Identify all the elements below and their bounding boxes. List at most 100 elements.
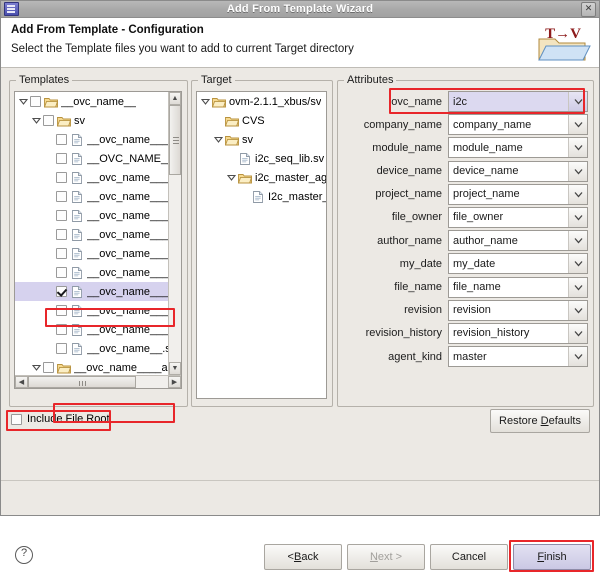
- chevron-down-icon[interactable]: [199, 92, 212, 111]
- cancel-button[interactable]: Cancel: [430, 544, 508, 570]
- attribute-combo[interactable]: file_name: [448, 277, 588, 298]
- attribute-row: my_datemy_date: [344, 253, 588, 274]
- templates-tree-row[interactable]: __ovc_name___inte: [15, 301, 168, 320]
- scroll-up-icon[interactable]: ▲: [169, 92, 181, 105]
- attribute-value: master: [449, 351, 568, 363]
- templates-tree-row[interactable]: __ovc_name___bus_: [15, 206, 168, 225]
- chevron-down-icon[interactable]: [225, 168, 238, 187]
- back-button[interactable]: < Back: [264, 544, 342, 570]
- target-tree-row[interactable]: sv: [197, 130, 326, 149]
- tree-row-label: __ovc_name___inte: [87, 305, 168, 317]
- attribute-combo[interactable]: company_name: [448, 114, 588, 135]
- tree-row-checkbox[interactable]: [56, 229, 67, 240]
- tree-row-label: __ovc_name___inte: [87, 267, 168, 279]
- restore-defaults-button[interactable]: Restore Defaults: [490, 409, 590, 433]
- tree-row-checkbox[interactable]: [56, 191, 67, 202]
- target-tree-row[interactable]: CVS: [197, 111, 326, 130]
- templates-tree-row[interactable]: sv: [15, 111, 168, 130]
- chevron-down-icon[interactable]: [568, 138, 587, 157]
- target-tree[interactable]: ovm-2.1.1_xbus/svCVSsvi2c_seq_lib.svi2c_…: [196, 91, 327, 399]
- templates-tree[interactable]: __ovc_name__sv__ovc_name___bus___OVC_NAM…: [14, 91, 182, 389]
- templates-horizontal-scrollbar[interactable]: ◀ ▶: [15, 375, 181, 388]
- tree-row-checkbox[interactable]: [56, 248, 67, 259]
- tree-row-checkbox[interactable]: [56, 343, 67, 354]
- attribute-combo[interactable]: revision_history: [448, 323, 588, 344]
- tree-row-checkbox[interactable]: [56, 267, 67, 278]
- window-title: Add From Template Wizard: [1, 3, 599, 15]
- attribute-combo[interactable]: project_name: [448, 184, 588, 205]
- file-icon: [70, 209, 84, 223]
- chevron-down-icon[interactable]: [568, 92, 587, 111]
- tree-row-checkbox[interactable]: [56, 286, 67, 297]
- templates-vscroll-thumb[interactable]: [169, 105, 181, 175]
- target-group-label: Target: [198, 74, 235, 86]
- chevron-down-icon[interactable]: [568, 208, 587, 227]
- templates-tree-row[interactable]: __ovc_name___bus_: [15, 130, 168, 149]
- templates-tree-row[interactable]: __ovc_name___inte: [15, 263, 168, 282]
- scroll-right-icon[interactable]: ▶: [168, 376, 181, 388]
- chevron-down-icon[interactable]: [568, 347, 587, 366]
- chevron-down-icon[interactable]: [568, 324, 587, 343]
- chevron-down-icon[interactable]: [212, 130, 225, 149]
- attribute-combo[interactable]: author_name: [448, 230, 588, 251]
- attribute-combo[interactable]: my_date: [448, 253, 588, 274]
- attribute-row: module_namemodule_name: [344, 137, 588, 158]
- scroll-left-icon[interactable]: ◀: [15, 376, 28, 388]
- chevron-down-icon[interactable]: [568, 254, 587, 273]
- file-icon: [238, 152, 252, 166]
- tree-row-checkbox[interactable]: [43, 362, 54, 373]
- include-file-root-checkbox[interactable]: Include File Root: [11, 413, 110, 425]
- templates-tree-row[interactable]: __ovc_name___sequ: [15, 320, 168, 339]
- tree-row-checkbox[interactable]: [56, 210, 67, 221]
- finish-button[interactable]: Finish: [513, 544, 591, 570]
- tree-row-checkbox[interactable]: [43, 115, 54, 126]
- help-icon[interactable]: ?: [15, 546, 33, 564]
- chevron-down-icon[interactable]: [568, 231, 587, 250]
- attribute-combo[interactable]: i2c: [448, 91, 588, 112]
- attribute-row: author_nameauthor_name: [344, 230, 588, 251]
- chevron-down-icon[interactable]: [568, 185, 587, 204]
- templates-tree-row[interactable]: __ovc_name___sequ: [15, 244, 168, 263]
- tree-row-checkbox[interactable]: [56, 324, 67, 335]
- chevron-down-icon[interactable]: [568, 162, 587, 181]
- close-icon[interactable]: ✕: [581, 2, 596, 17]
- templates-tree-row[interactable]: __ovc_name___seq_: [15, 282, 168, 301]
- templates-tree-row[interactable]: __ovc_name__.svh: [15, 339, 168, 358]
- chevron-down-icon[interactable]: [30, 111, 43, 130]
- attribute-combo[interactable]: revision: [448, 300, 588, 321]
- wizard-banner: Add From Template - Configuration Select…: [1, 18, 599, 68]
- templates-vertical-scrollbar[interactable]: ▲ ▼: [168, 92, 181, 375]
- title-bar: Add From Template Wizard ✕: [1, 1, 599, 18]
- chevron-down-icon[interactable]: [568, 278, 587, 297]
- chevron-down-icon[interactable]: [17, 92, 30, 111]
- attribute-combo[interactable]: device_name: [448, 161, 588, 182]
- templates-tree-row[interactable]: __ovc_name___env.: [15, 187, 168, 206]
- tree-row-checkbox[interactable]: [56, 172, 67, 183]
- attribute-combo[interactable]: file_owner: [448, 207, 588, 228]
- templates-tree-row[interactable]: __ovc_name___type: [15, 168, 168, 187]
- tree-row-checkbox[interactable]: [30, 96, 41, 107]
- next-button: Next >: [347, 544, 425, 570]
- attribute-combo[interactable]: module_name: [448, 137, 588, 158]
- folder-icon: [57, 361, 71, 375]
- tree-row-checkbox[interactable]: [56, 153, 67, 164]
- templates-tree-row[interactable]: __OVC_NAME___env: [15, 149, 168, 168]
- tree-row-checkbox[interactable]: [56, 134, 67, 145]
- include-file-root-box[interactable]: [11, 414, 22, 425]
- tree-row-checkbox[interactable]: [56, 305, 67, 316]
- attribute-combo[interactable]: master: [448, 346, 588, 367]
- chevron-down-icon[interactable]: [568, 115, 587, 134]
- scroll-down-icon[interactable]: ▼: [169, 362, 181, 375]
- target-tree-row[interactable]: I2c_master_driver.s: [197, 187, 326, 206]
- chevron-down-icon[interactable]: [568, 301, 587, 320]
- templates-hscroll-thumb[interactable]: [28, 376, 136, 388]
- templates-tree-row[interactable]: __ovc_name___tran: [15, 225, 168, 244]
- attribute-row: revisionrevision: [344, 300, 588, 321]
- attribute-value: module_name: [449, 142, 568, 154]
- target-tree-row[interactable]: i2c_seq_lib.sv: [197, 149, 326, 168]
- target-tree-row[interactable]: ovm-2.1.1_xbus/sv: [197, 92, 326, 111]
- templates-tree-row[interactable]: __ovc_name__: [15, 92, 168, 111]
- folder-icon: [44, 95, 58, 109]
- target-tree-row[interactable]: i2c_master_agent: [197, 168, 326, 187]
- attribute-label: ovc_name: [344, 96, 448, 108]
